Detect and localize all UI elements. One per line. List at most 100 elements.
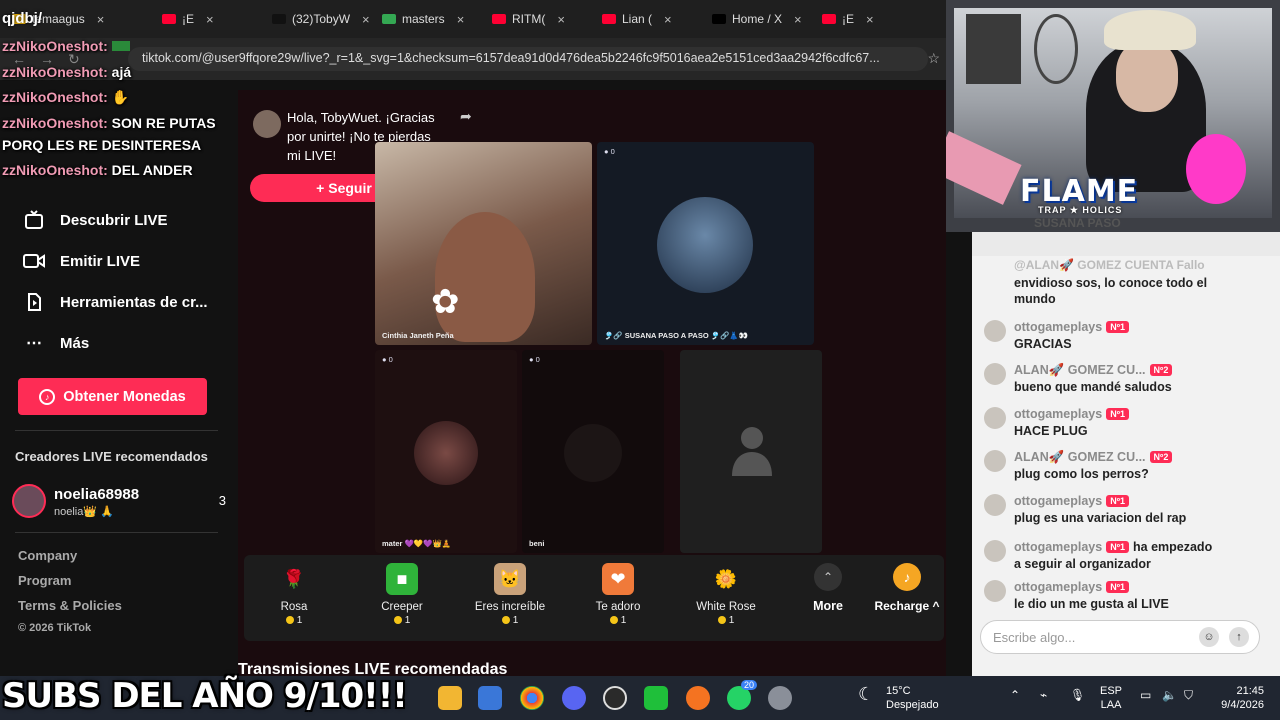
browser-tab[interactable]: ¡E × [154, 4, 264, 34]
layout: LAA [1100, 699, 1122, 711]
chat-username[interactable]: ottogameplays [1014, 320, 1102, 334]
tray-chevron-icon[interactable]: ⌃ [1010, 688, 1020, 702]
chat-avatar[interactable] [984, 540, 1006, 562]
heart-icon: ❤ [602, 563, 634, 595]
screen: temaagus × ¡E × (32)TobyW × masters × RITM(× Lian… [0, 0, 1280, 720]
get-coins-button[interactable]: ♪ Obtener Monedas [18, 378, 207, 415]
live-main: Hola, TobyWuet. ¡Gracias por unirte! ¡No… [238, 90, 946, 678]
chat-avatar[interactable] [984, 407, 1006, 429]
browser-tab[interactable]: masters × [374, 4, 484, 34]
display-icon[interactable]: ▭ [1140, 688, 1151, 702]
gift-name: Te adoro [595, 601, 641, 613]
footer-link-company[interactable]: Company [18, 548, 77, 563]
network-icon[interactable]: ⌁ [1040, 688, 1047, 702]
store-icon[interactable] [478, 686, 502, 710]
close-tab-icon[interactable]: × [557, 12, 565, 27]
close-tab-icon[interactable]: × [664, 12, 672, 27]
cat-icon: 🐱 [494, 563, 526, 595]
chat-avatar[interactable] [984, 494, 1006, 516]
more-label: More [813, 599, 843, 613]
tab-title: ¡E [182, 12, 194, 26]
tab-title: RITM( [512, 12, 546, 26]
live-tv-icon [22, 210, 46, 230]
recommended-creator[interactable]: noelia68988 noelia👑 🙏 3 [12, 484, 228, 520]
chat-user-line: ottogameplays Nº1 [1014, 494, 1130, 508]
chat-text: a seguir al organizador [1014, 557, 1151, 571]
sidebar-item-mas[interactable]: ⋯ Más [22, 333, 89, 353]
gift-item[interactable]: 🐱 Eres increíble 1 [470, 563, 550, 626]
mic-icon[interactable]: 🎙 [1070, 688, 1085, 702]
overlay-chat-line: zzNikoOneshot: SON RE PUTAS [2, 115, 216, 131]
guest-count: ● 0 [529, 355, 540, 364]
chat-username[interactable]: ottogameplays [1014, 407, 1102, 421]
browser-tab[interactable]: Lian (× [594, 4, 704, 34]
chrome-icon[interactable] [520, 686, 544, 710]
more-gifts-button[interactable]: ⌃ More [810, 563, 846, 613]
chat-username[interactable]: ottogameplays [1014, 540, 1102, 554]
overlay-chat-line: zzNikoOneshot: [2, 38, 130, 54]
gift-item[interactable]: 🌼 White Rose 1 [686, 563, 766, 627]
settings-gear-icon[interactable] [768, 686, 792, 710]
chat-avatar[interactable] [984, 320, 1006, 342]
close-tab-icon[interactable]: × [362, 12, 370, 27]
footer-link-program[interactable]: Program [18, 573, 71, 588]
browser-tab[interactable]: Home / X × [704, 4, 814, 34]
obs-icon[interactable] [603, 686, 627, 710]
weather-widget[interactable]: 15°C Despejado [886, 684, 939, 712]
sidebar-item-herramientas[interactable]: Herramientas de cr... [22, 292, 208, 312]
whatsapp-icon[interactable]: 20 [727, 680, 757, 710]
camera-icon [22, 251, 46, 271]
recharge-label: Recharge ^ [874, 599, 940, 613]
share-icon[interactable]: ➦ [460, 108, 472, 125]
tab-favicon-icon [272, 14, 286, 24]
guest-name: 🎐🔗 SUSANA PASO A PASO 🎐🔗👗👀 [604, 331, 749, 340]
language-indicator[interactable]: ESP LAA [1100, 684, 1122, 712]
browser-tab[interactable]: (32)TobyW × [264, 4, 374, 34]
guest-tile-3[interactable]: ● 0 mater 💜💛💜👑🧘 [375, 350, 517, 553]
close-tab-icon[interactable]: × [866, 12, 874, 27]
guest-tile-1[interactable]: ✿ Cinthia Janeth Peña [375, 142, 592, 345]
rank-badge: Nº2 [1149, 364, 1173, 376]
empty-seat-tile[interactable] [680, 350, 822, 553]
footer-link-terms[interactable]: Terms & Policies [18, 598, 122, 613]
browser-tab[interactable]: ¡E × [814, 4, 924, 34]
file-explorer-icon[interactable] [438, 686, 462, 710]
overlay-chat-line: PORQ LES RE DESINTERESA [2, 137, 201, 153]
rank-badge: Nº1 [1106, 321, 1130, 333]
sidebar-item-emitir[interactable]: Emitir LIVE [22, 251, 140, 271]
chat-username[interactable]: ottogameplays [1014, 494, 1102, 508]
discord-icon[interactable] [562, 686, 586, 710]
gift-item[interactable]: ❤ Te adoro 1 [578, 563, 658, 626]
gift-item[interactable]: ■ Creeper 1 [362, 563, 442, 626]
clock[interactable]: 21:45 9/4/2026 [1214, 684, 1264, 712]
chat-username[interactable]: ALAN🚀 GOMEZ CU... [1014, 363, 1146, 377]
send-arrow-icon[interactable]: ↑ [1229, 627, 1249, 647]
sidebar-item-descubrir[interactable]: Descubrir LIVE [22, 210, 168, 230]
chat-avatar[interactable] [984, 450, 1006, 472]
browser-tab[interactable]: RITM( × [484, 4, 594, 34]
close-tab-icon[interactable]: × [457, 12, 465, 27]
shield-icon[interactable]: ⛉ [1184, 688, 1193, 703]
chat-avatar[interactable] [984, 363, 1006, 385]
webcam-subtitle: TRAP ★ HOLICS [1038, 205, 1123, 215]
close-tab-icon[interactable]: × [206, 12, 214, 27]
fl-studio-icon[interactable] [686, 686, 710, 710]
volume-icon[interactable]: 🔈 [1162, 688, 1177, 702]
bookmark-star-icon[interactable]: ☆ [927, 50, 940, 67]
chat-username[interactable]: ALAN🚀 GOMEZ CU... [1014, 450, 1146, 464]
emoji-icon[interactable]: ☺ [1199, 627, 1219, 647]
recharge-button[interactable]: ♪ Recharge ^ [872, 563, 942, 613]
app-green-icon[interactable] [644, 686, 668, 710]
get-coins-label: Obtener Monedas [63, 388, 186, 405]
chat-partial-header: SUSANA PASO [1034, 216, 1121, 230]
chat-input[interactable]: Escribe algo... ☺ ↑ [980, 620, 1260, 654]
close-tab-icon[interactable]: × [97, 12, 105, 27]
close-tab-icon[interactable]: × [794, 12, 802, 27]
chat-username[interactable]: ottogameplays [1014, 580, 1102, 594]
chat-avatar[interactable] [984, 580, 1006, 602]
guest-tile-2[interactable]: ● 0 🎐🔗 SUSANA PASO A PASO 🎐🔗👗👀 [597, 142, 814, 345]
gift-item[interactable]: 🌹 Rosa 1 [254, 563, 334, 627]
guest-tile-4[interactable]: ● 0 beni [522, 350, 664, 553]
url-field[interactable]: tiktok.com/@user9ffqore29w/live?_r=1&_sv… [128, 47, 928, 71]
gift-price-value: 1 [620, 615, 627, 626]
